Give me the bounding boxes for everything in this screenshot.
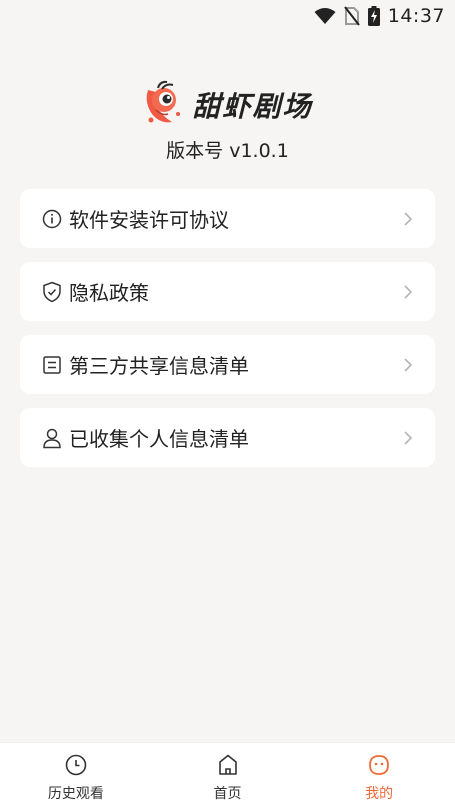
chevron-right-icon: [401, 210, 415, 228]
profile-face-icon: [367, 753, 391, 777]
user-icon: [41, 427, 63, 449]
tab-history[interactable]: 历史观看: [0, 743, 152, 809]
menu-item-third-party-sharing[interactable]: 第三方共享信息清单: [20, 335, 435, 394]
shrimp-logo-icon: [142, 80, 186, 130]
status-time: 14:37: [387, 5, 445, 27]
app-name: 甜虾剧场: [192, 90, 313, 123]
tab-label: 历史观看: [47, 786, 104, 802]
status-bar: 14:37: [0, 0, 455, 32]
bottom-tab-bar: 历史观看 首页 我的: [0, 742, 455, 809]
chevron-right-icon: [401, 356, 415, 374]
tab-home[interactable]: 首页: [152, 743, 304, 809]
tab-label: 我的: [365, 786, 394, 802]
wifi-icon: [314, 7, 336, 25]
info-icon: [41, 208, 63, 230]
menu-item-privacy-policy[interactable]: 隐私政策: [20, 262, 435, 321]
version-label: 版本号 v1.0.1: [166, 140, 289, 162]
tab-mine[interactable]: 我的: [303, 743, 455, 809]
menu-item-label: 已收集个人信息清单: [69, 427, 249, 451]
clock-icon: [64, 753, 88, 777]
chevron-right-icon: [401, 429, 415, 447]
home-icon: [216, 753, 240, 777]
tab-label: 首页: [213, 786, 242, 802]
menu-item-label: 软件安装许可协议: [69, 208, 229, 232]
no-sim-icon: [343, 6, 360, 26]
battery-charging-icon: [367, 6, 380, 26]
menu-item-collected-personal-info[interactable]: 已收集个人信息清单: [20, 408, 435, 467]
menu-item-label: 第三方共享信息清单: [69, 354, 249, 378]
settings-menu: 软件安装许可协议 隐私政策 第三方共享信息清单 已收集个人信息清单: [20, 189, 435, 481]
app-header: 甜虾剧场 版本号 v1.0.1: [0, 80, 455, 163]
menu-item-license-agreement[interactable]: 软件安装许可协议: [20, 189, 435, 248]
document-list-icon: [41, 354, 63, 376]
chevron-right-icon: [401, 283, 415, 301]
shield-check-icon: [41, 281, 63, 303]
logo-row: 甜虾剧场: [142, 80, 312, 130]
menu-item-label: 隐私政策: [69, 281, 149, 305]
